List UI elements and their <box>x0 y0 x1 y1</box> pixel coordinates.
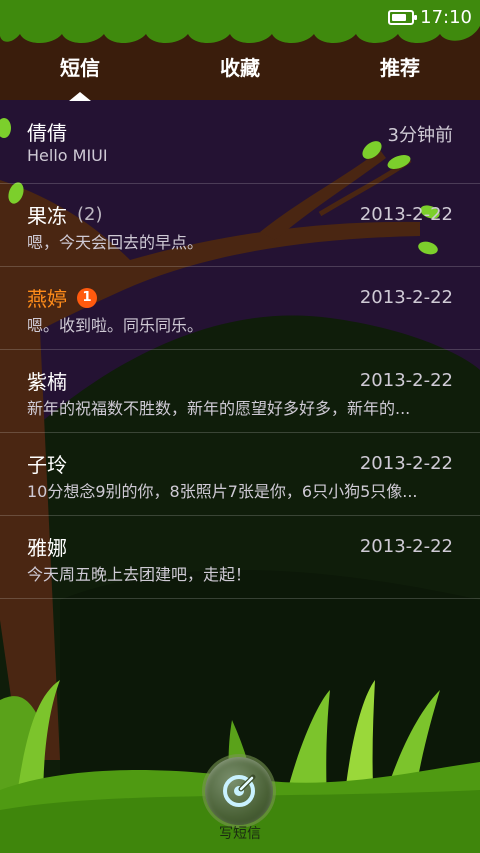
message-time: 2013-2-22 <box>359 287 453 308</box>
conversation-list: 倩倩 3分钟前 Hello MIUI 果冻 (2) 2013-2-22 嗯，今天… <box>0 101 480 599</box>
contact-name-row: 子玲 <box>27 449 67 478</box>
battery-level <box>392 14 407 21</box>
contact-name-row: 倩倩 <box>27 117 67 146</box>
conversation-row[interactable]: 倩倩 3分钟前 Hello MIUI <box>0 101 480 184</box>
message-preview: 新年的祝福数不胜数，新年的愿望好多好多，新年的... <box>27 399 411 418</box>
conversation-row[interactable]: 子玲 2013-2-22 10分想念9别的你，8张照片7张是你，6只小狗5只像.… <box>0 433 480 516</box>
compose-icon <box>223 774 256 807</box>
message-preview: 嗯，今天会回去的早点。 <box>27 233 204 252</box>
message-time: 3分钟前 <box>387 125 453 146</box>
contact-name: 紫楠 <box>27 370 67 394</box>
message-preview: Hello MIUI <box>27 146 108 165</box>
tab-favorites[interactable]: 收藏 <box>160 52 320 81</box>
message-time: 2013-2-22 <box>359 536 453 557</box>
message-preview: 今天周五晚上去团建吧，走起！ <box>27 565 252 584</box>
conversation-row[interactable]: 雅娜 2013-2-22 今天周五晚上去团建吧，走起！ <box>0 516 480 599</box>
contact-name: 子玲 <box>27 453 67 477</box>
conversation-row[interactable]: 燕婷 1 2013-2-22 嗯。收到啦。同乐同乐。 <box>0 267 480 350</box>
status-indicators: 17:10 <box>388 7 472 28</box>
contact-name: 燕婷 <box>27 287 67 311</box>
tab-recommended[interactable]: 推荐 <box>320 52 480 81</box>
message-count: (2) <box>77 204 103 225</box>
contact-name-row: 燕婷 1 <box>27 283 97 312</box>
message-time: 2013-2-22 <box>359 204 453 225</box>
contact-name-row: 果冻 (2) <box>27 200 103 229</box>
contact-name-row: 紫楠 <box>27 366 67 395</box>
conversation-row[interactable]: 果冻 (2) 2013-2-22 嗯，今天会回去的早点。 <box>0 184 480 267</box>
contact-name: 果冻 <box>27 204 67 228</box>
active-tab-indicator <box>69 92 91 101</box>
message-preview: 10分想念9别的你，8张照片7张是你，6只小狗5只像... <box>27 482 418 501</box>
status-time: 17:10 <box>420 7 472 28</box>
tab-bar: 短信 收藏 推荐 <box>0 44 480 94</box>
conversation-row[interactable]: 紫楠 2013-2-22 新年的祝福数不胜数，新年的愿望好多好多，新年的... <box>0 350 480 433</box>
message-time: 2013-2-22 <box>359 370 453 391</box>
compose-button[interactable] <box>205 757 273 825</box>
contact-name-row: 雅娜 <box>27 532 67 561</box>
contact-name: 雅娜 <box>27 536 67 560</box>
tab-messages[interactable]: 短信 <box>0 52 160 81</box>
unread-badge: 1 <box>77 287 97 308</box>
message-time: 2013-2-22 <box>359 453 453 474</box>
message-preview: 嗯。收到啦。同乐同乐。 <box>27 316 204 335</box>
compose-label: 写短信 <box>219 826 261 842</box>
battery-icon <box>388 10 418 25</box>
contact-name: 倩倩 <box>27 121 67 145</box>
